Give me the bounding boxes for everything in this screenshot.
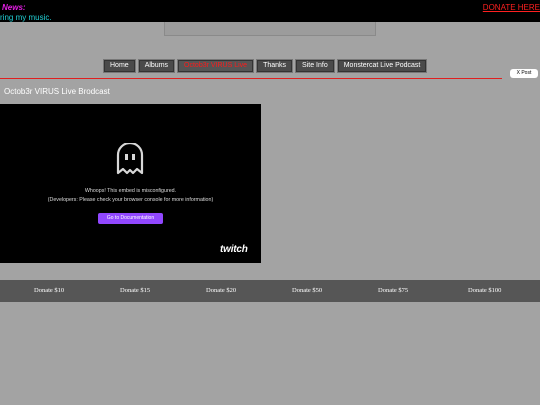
embed-error-details: (Developers: Please check your browser c… (47, 197, 214, 203)
donate-10-link[interactable]: Donate $10 (34, 287, 64, 294)
ghost-icon (116, 143, 144, 175)
donation-bar: Donate $10 Donate $15 Donate $20 Donate … (0, 280, 540, 302)
nav-albums[interactable]: Albums (137, 59, 176, 73)
x-post-button[interactable]: X Post (510, 69, 538, 78)
divider-line (0, 78, 502, 79)
nav-site-info[interactable]: Site Info (295, 59, 335, 73)
nav-home[interactable]: Home (103, 59, 136, 73)
embed-error-message: Whoops! This embed is misconfigured. (84, 188, 177, 194)
news-label: News: (2, 3, 26, 12)
nav-monstercat-podcast[interactable]: Monstercat Live Podcast (336, 59, 428, 73)
page-title: Octob3r VIRUS Live Brodcast (4, 87, 110, 96)
donate-75-link[interactable]: Donate $75 (378, 287, 408, 294)
donate-15-link[interactable]: Donate $15 (120, 287, 150, 294)
nav-octob3r-virus-live[interactable]: Octob3r VIRUS Live (177, 59, 255, 73)
go-to-documentation-button[interactable]: Go to Documentation (98, 213, 163, 224)
donate-50-link[interactable]: Donate $50 (292, 287, 322, 294)
twitch-logo[interactable]: twitch (220, 244, 248, 255)
top-news-bar: News: ring my music. DONATE HERE (0, 0, 540, 22)
twitch-embed-player (0, 104, 261, 263)
donate-20-link[interactable]: Donate $20 (206, 287, 236, 294)
news-ticker: ring my music. (0, 13, 52, 22)
header-banner (164, 22, 376, 36)
donate-100-link[interactable]: Donate $100 (468, 287, 501, 294)
main-nav: Home Albums Octob3r VIRUS Live Thanks Si… (103, 59, 428, 73)
donate-here-link[interactable]: DONATE HERE (483, 3, 540, 12)
nav-thanks[interactable]: Thanks (256, 59, 294, 73)
